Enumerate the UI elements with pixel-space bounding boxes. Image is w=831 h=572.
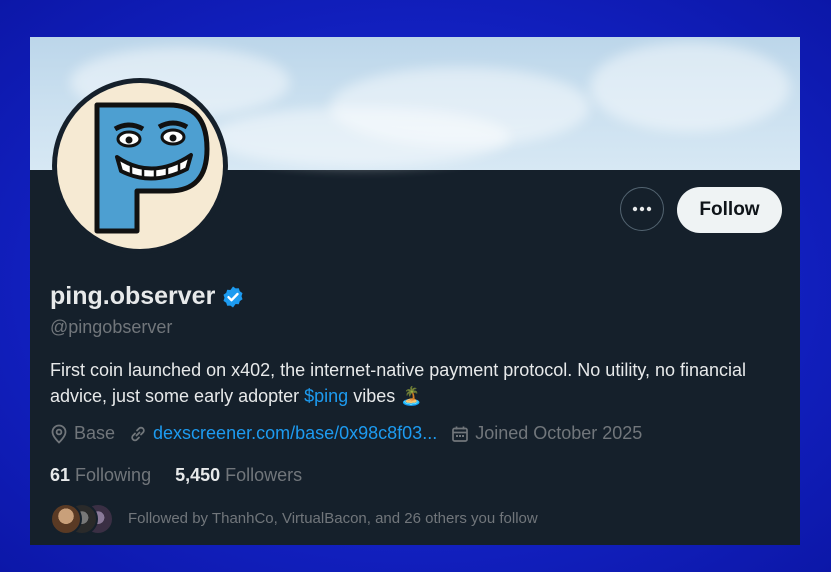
calendar-icon <box>452 426 469 442</box>
bio-text: First coin launched on x402, the interne… <box>50 360 747 406</box>
profile-meta: Base dexscreener.com/base/0x98c8f03... J… <box>50 423 656 444</box>
profile-card: Follow ping.observer @pingobserver First… <box>30 37 800 545</box>
more-options-button[interactable] <box>620 187 664 231</box>
followed-by-row[interactable]: Followed by ThanhCo, VirtualBacon, and 2… <box>50 503 538 535</box>
joined-text: Joined October 2025 <box>475 423 643 443</box>
joined-item: Joined October 2025 <box>451 423 642 444</box>
island-emoji: 🏝️ <box>400 386 423 406</box>
location-text: Base <box>74 423 116 443</box>
follower-avatar <box>50 503 82 535</box>
handle: @pingobserver <box>50 317 173 337</box>
followed-by-text: Followed by ThanhCo, VirtualBacon, and 2… <box>128 509 538 527</box>
followers-count: 5,450 <box>175 465 221 485</box>
followers-stat[interactable]: 5,450 Followers <box>175 465 302 486</box>
bio-text-end: vibes <box>348 386 396 406</box>
avatar[interactable] <box>52 78 228 254</box>
more-horizontal-icon <box>632 206 652 212</box>
follower-avatars <box>50 503 118 535</box>
name-row: ping.observer <box>50 282 245 311</box>
website-link[interactable]: dexscreener.com/base/0x98c8f03... <box>153 423 437 444</box>
location-pin-icon <box>51 424 67 444</box>
following-stat[interactable]: 61 Following <box>50 465 151 486</box>
follow-stats: 61 Following 5,450 Followers <box>50 465 326 486</box>
location-item: Base <box>50 423 115 444</box>
bio: First coin launched on x402, the interne… <box>50 357 780 409</box>
link-icon <box>131 426 145 441</box>
verified-badge-icon[interactable] <box>221 285 245 309</box>
display-name: ping.observer <box>50 282 216 310</box>
website-item: dexscreener.com/base/0x98c8f03... <box>129 423 437 444</box>
follow-button[interactable]: Follow <box>677 187 782 233</box>
cashtag-link[interactable]: $ping <box>304 386 348 406</box>
following-label: Following <box>75 465 152 485</box>
followers-label: Followers <box>225 465 303 485</box>
following-count: 61 <box>50 465 71 485</box>
avatar-image <box>57 83 223 249</box>
